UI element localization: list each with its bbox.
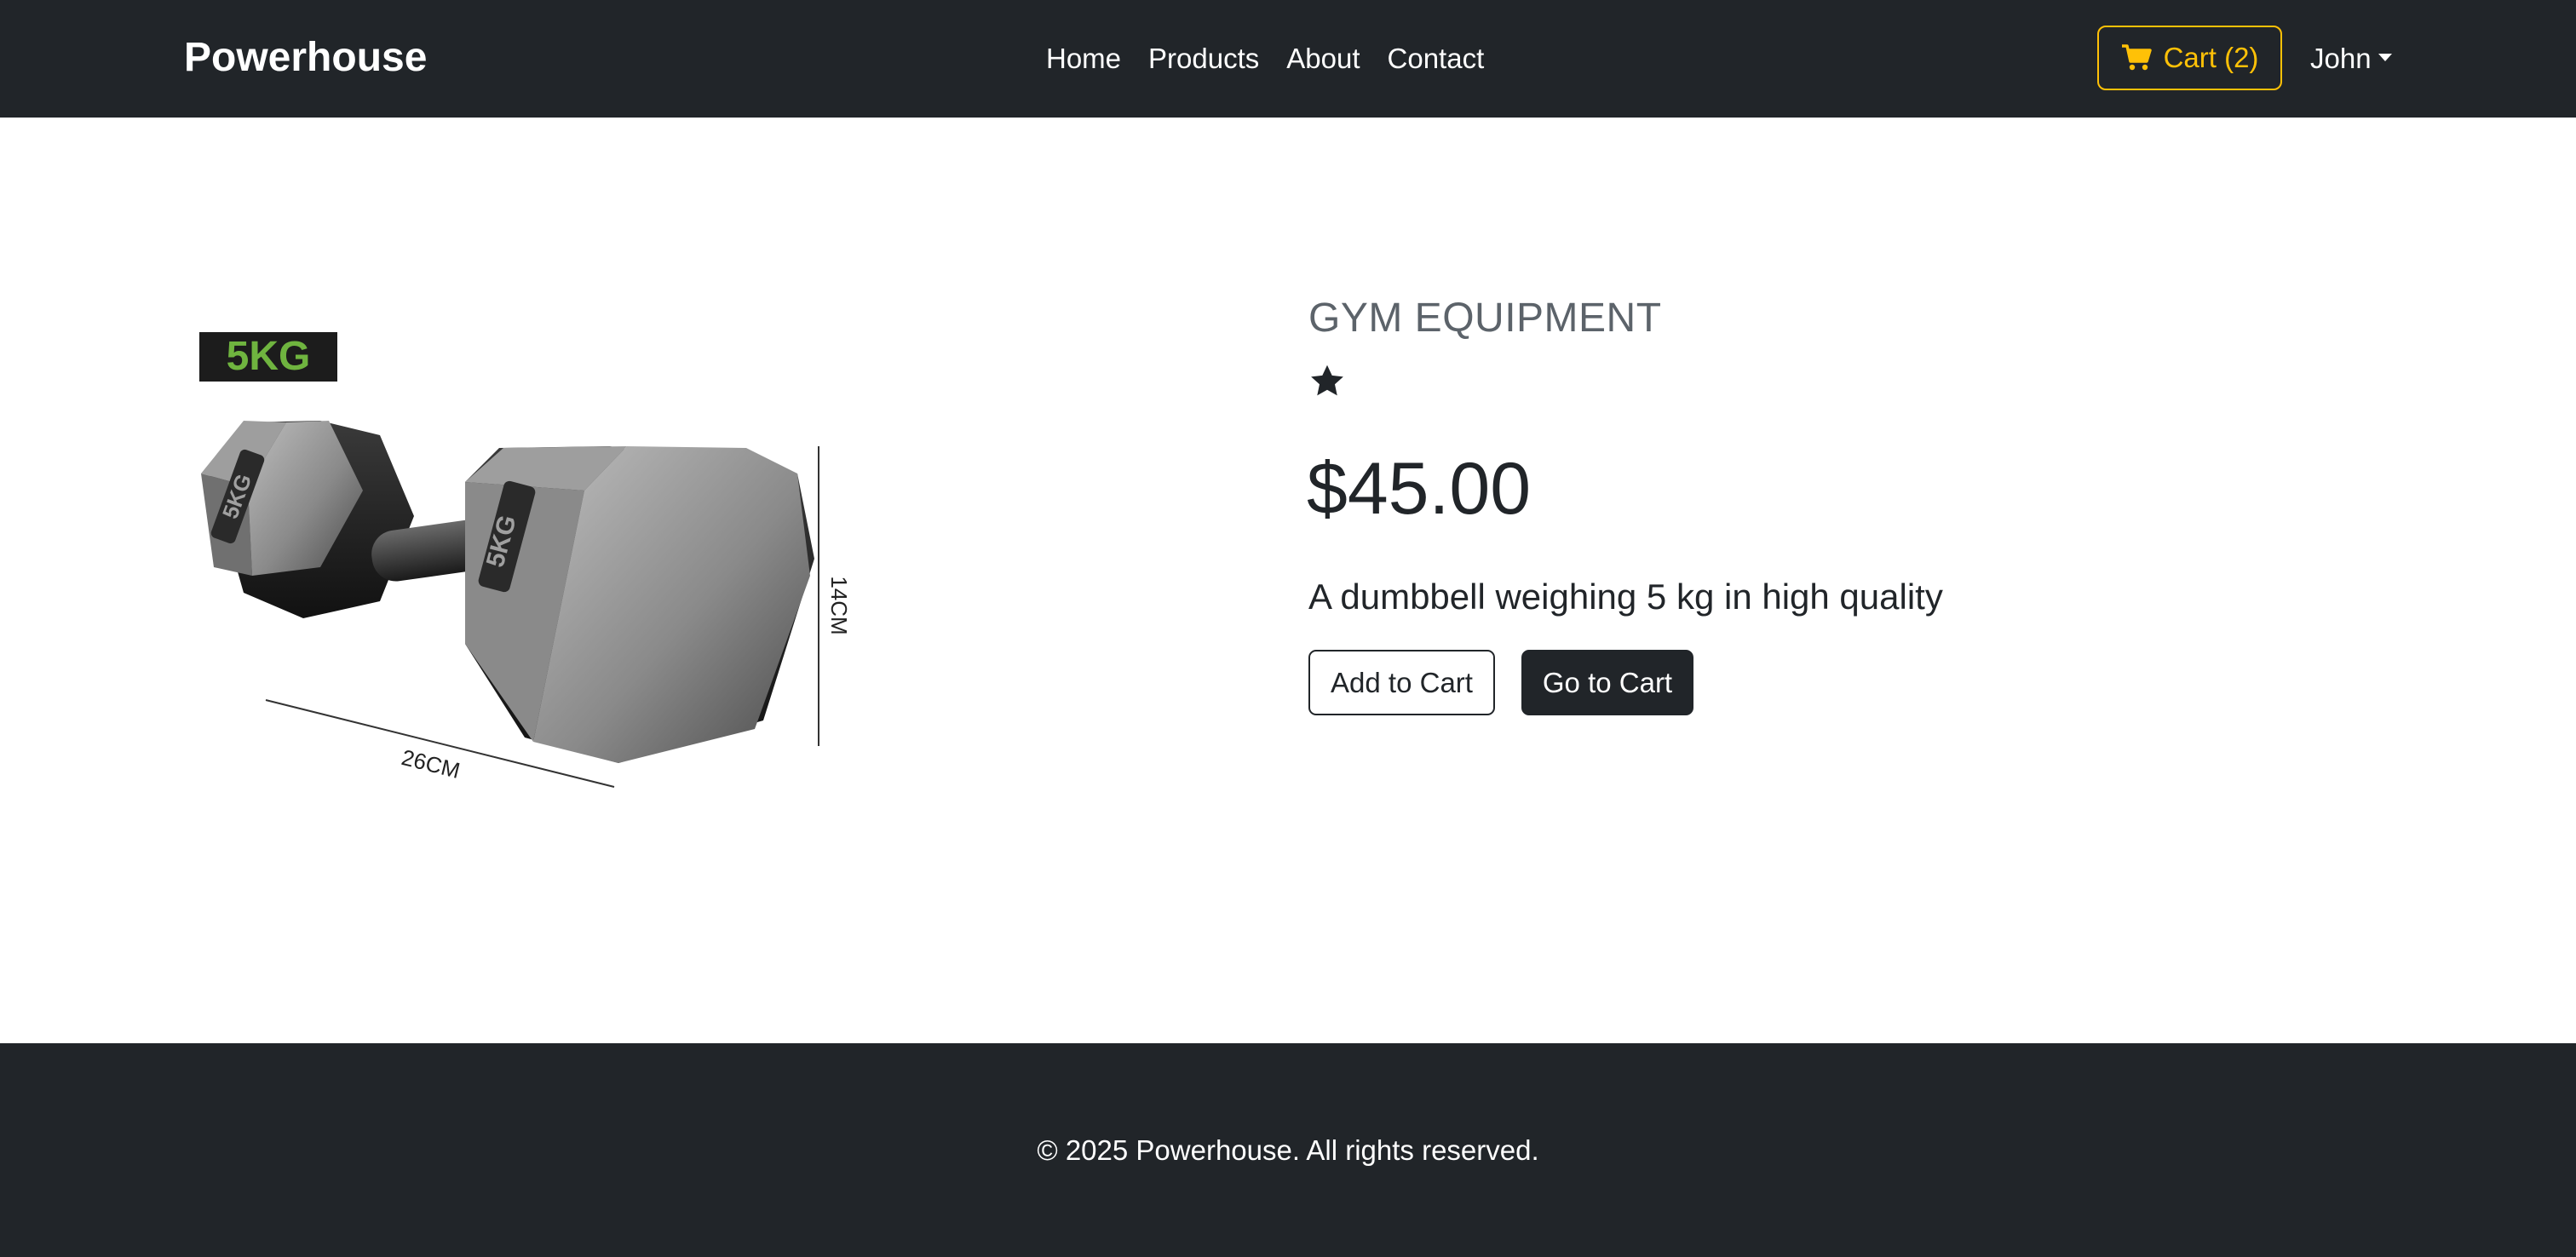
product-category: GYM EQUIPMENT xyxy=(1308,296,1662,341)
shopping-cart-icon xyxy=(2121,44,2152,71)
footer: © 2025 Powerhouse. All rights reserved. xyxy=(0,1043,2576,1257)
brand-logo[interactable]: Powerhouse xyxy=(184,32,427,83)
add-to-cart-button[interactable]: Add to Cart xyxy=(1308,650,1495,715)
caret-down-icon xyxy=(2378,53,2392,61)
star-icon xyxy=(1311,364,1343,396)
weight-badge: 5KG xyxy=(227,334,311,379)
product-rating xyxy=(1308,363,1346,400)
cart-label: Cart (2) xyxy=(2163,42,2259,73)
go-to-cart-button[interactable]: Go to Cart xyxy=(1521,650,1693,715)
user-dropdown[interactable]: John xyxy=(2310,34,2392,83)
navbar: Powerhouse Home Products About Contact C… xyxy=(0,0,2576,118)
dumbbell-image: 5KG 5KG 5KG 26CM 14CM xyxy=(199,332,852,788)
nav-link-contact[interactable]: Contact xyxy=(1388,34,1485,83)
height-dimension-label: 14CM xyxy=(826,576,852,634)
product-price: $45.00 xyxy=(1307,448,1532,530)
cart-button[interactable]: Cart (2) xyxy=(2097,26,2282,90)
product-description: A dumbbell weighing 5 kg in high quality xyxy=(1308,577,1943,617)
width-dimension-label: 26CM xyxy=(399,744,463,783)
product-image: 5KG 5KG 5KG 26CM 14CM xyxy=(184,320,865,848)
nav-links: Home Products About Contact xyxy=(1046,34,1484,83)
nav-link-products[interactable]: Products xyxy=(1148,34,1259,83)
nav-link-home[interactable]: Home xyxy=(1046,34,1121,83)
nav-link-about[interactable]: About xyxy=(1286,34,1360,83)
user-name: John xyxy=(2310,43,2372,74)
footer-copyright: © 2025 Powerhouse. All rights reserved. xyxy=(1037,1134,1539,1166)
